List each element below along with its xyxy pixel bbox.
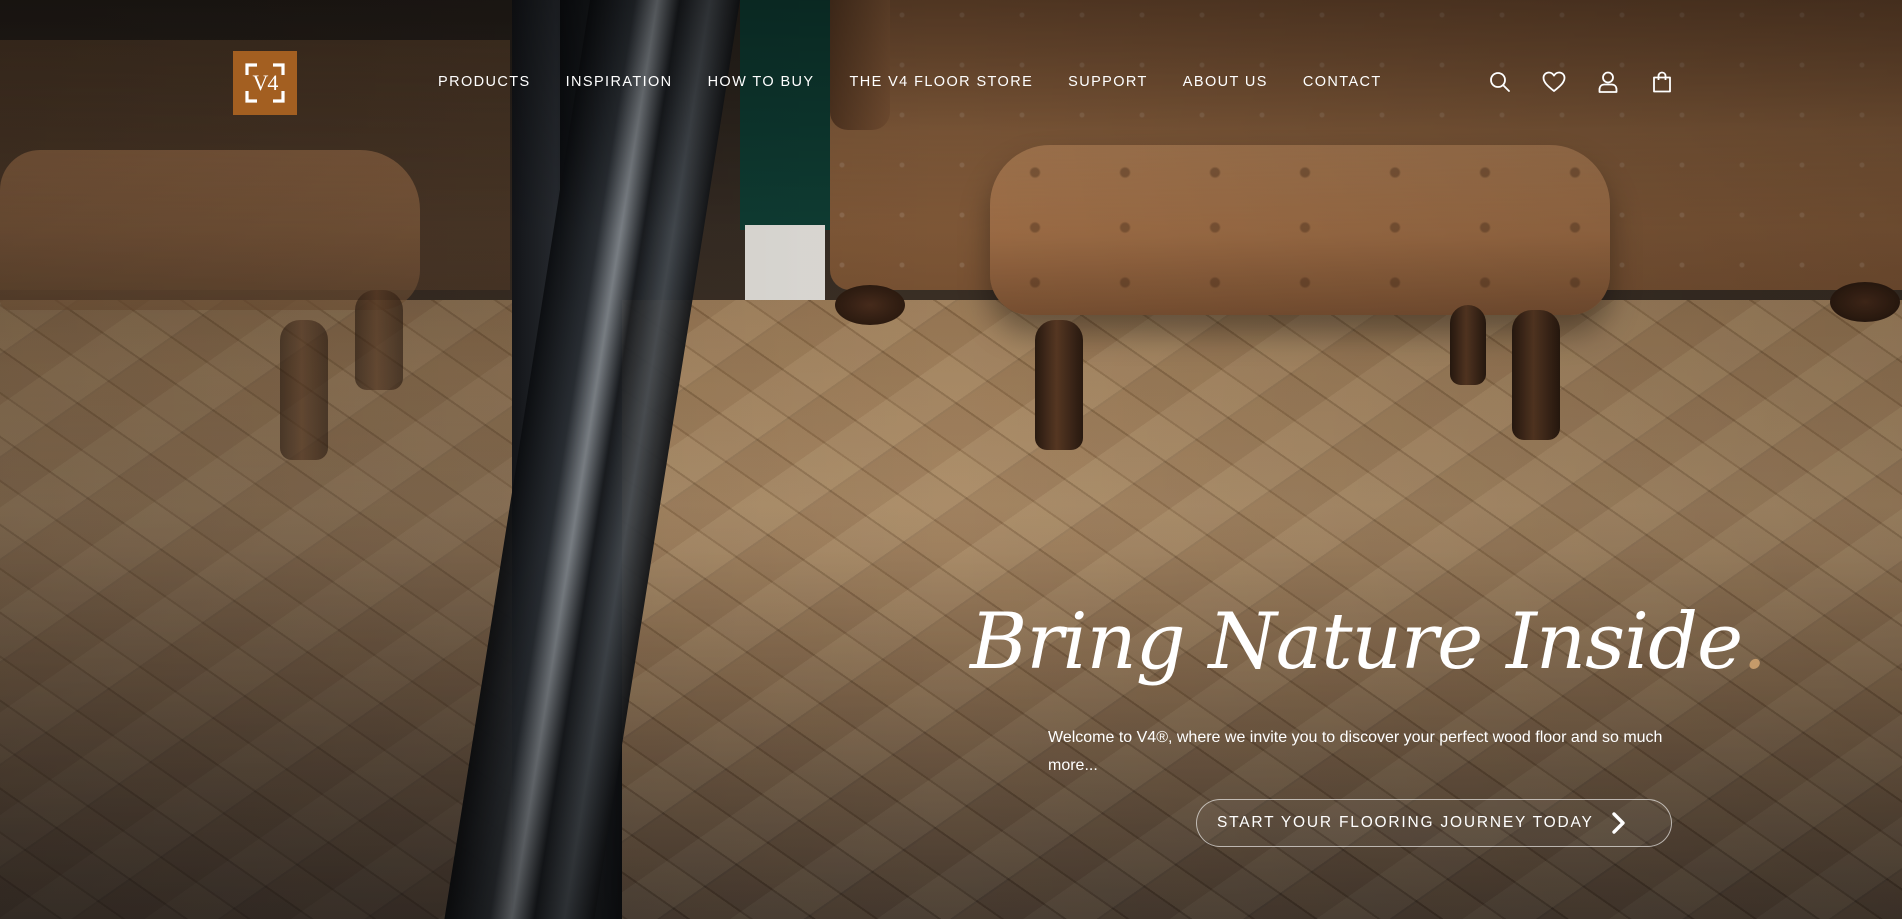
hero-subtitle: Welcome to V4®, where we invite you to d…	[1048, 729, 1663, 774]
hero-headline-dot: .	[1742, 597, 1767, 687]
wishlist-button[interactable]	[1542, 70, 1566, 94]
cart-button[interactable]	[1650, 70, 1674, 94]
logo-text: V4	[252, 70, 279, 95]
chevron-right-icon	[1608, 811, 1628, 835]
nav-item-how-to-buy[interactable]: HOW TO BUY	[708, 74, 815, 90]
background-shade-overlay	[0, 0, 1902, 919]
brand-logo[interactable]: V4	[233, 51, 297, 115]
nav-item-about-us[interactable]: ABOUT US	[1183, 74, 1268, 90]
start-journey-button-label: START YOUR FLOORING JOURNEY TODAY	[1217, 814, 1594, 831]
hero-headline-text: Bring Nature Inside	[970, 597, 1743, 687]
nav-item-products[interactable]: PRODUCTS	[438, 74, 531, 90]
start-journey-button[interactable]: START YOUR FLOORING JOURNEY TODAY	[1196, 799, 1672, 847]
search-button[interactable]	[1488, 70, 1512, 94]
user-icon	[1598, 71, 1618, 93]
account-button[interactable]	[1596, 70, 1620, 94]
nav-item-contact[interactable]: CONTACT	[1303, 74, 1382, 90]
hero-headline: Bring Nature Inside.	[970, 599, 1767, 686]
nav-item-floor-store[interactable]: THE V4 FLOOR STORE	[849, 74, 1033, 90]
heart-icon	[1542, 71, 1566, 92]
nav-item-support[interactable]: SUPPORT	[1068, 74, 1148, 90]
shopping-bag-icon	[1653, 71, 1671, 93]
search-icon	[1490, 72, 1510, 92]
header-icons	[1488, 70, 1674, 94]
hero-section: V4 PRODUCTS INSPIRATION HOW TO BUY THE V…	[0, 0, 1902, 919]
nav-item-inspiration[interactable]: INSPIRATION	[566, 74, 673, 90]
main-navigation: PRODUCTS INSPIRATION HOW TO BUY THE V4 F…	[438, 74, 1382, 90]
